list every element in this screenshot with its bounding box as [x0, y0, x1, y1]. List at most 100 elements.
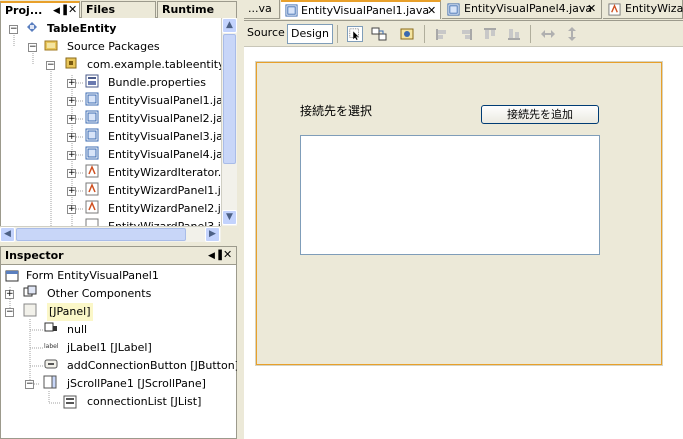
- expand-toggle[interactable]: +: [67, 205, 76, 214]
- source-packages-icon: [44, 40, 58, 51]
- tree-node-file[interactable]: Bundle.properties: [108, 74, 206, 92]
- tree-node-source-packages[interactable]: Source Packages: [67, 38, 160, 56]
- add-connection-button[interactable]: 接続先を追加: [481, 105, 599, 124]
- null-layout-icon: [44, 322, 57, 332]
- project-icon: [27, 22, 37, 32]
- close-icon[interactable]: ✕: [68, 2, 77, 18]
- inspector-node-other-components[interactable]: Other Components: [47, 285, 151, 303]
- expand-toggle[interactable]: +: [5, 290, 14, 299]
- form-file-icon: [447, 3, 460, 16]
- tree-node-file[interactable]: EntityVisualPanel2.jav: [108, 110, 221, 128]
- java-file-icon: [85, 200, 99, 214]
- inspector-title: Inspector: [5, 249, 64, 262]
- design-canvas: 接続先を選択 接続先を追加: [244, 48, 683, 439]
- expand-toggle[interactable]: +: [67, 169, 76, 178]
- project-tree: − TableEntity − Source Packages − com.ex…: [0, 18, 221, 226]
- expand-toggle[interactable]: +: [67, 115, 76, 124]
- tree-node-file[interactable]: EntityVisualPanel1.jav: [108, 92, 221, 110]
- project-tree-vertical-scrollbar[interactable]: ▲ ▼: [221, 18, 237, 226]
- java-file-icon: [85, 182, 99, 196]
- form-editor-toolbar: Source Design: [244, 21, 683, 47]
- java-file-icon: [85, 164, 99, 178]
- horizontal-resize-icon[interactable]: [540, 26, 556, 42]
- pin-icon[interactable]: ◀▐: [208, 247, 222, 265]
- inspector-header: Inspector ◀▐ ✕: [1, 247, 236, 265]
- expand-toggle[interactable]: +: [67, 97, 76, 106]
- editor-tab-label: ...va: [248, 2, 272, 15]
- inspector-node-jlabel[interactable]: jLabel1 [JLabel]: [67, 339, 152, 357]
- tree-node-package[interactable]: com.example.tableentity: [87, 56, 221, 74]
- tab-files-label: Files: [86, 3, 116, 16]
- tree-node-file[interactable]: EntityVisualPanel3.jav: [108, 128, 221, 146]
- inspector-node-jlist[interactable]: connectionList [JList]: [87, 393, 201, 411]
- close-icon[interactable]: ✕: [587, 0, 596, 18]
- project-tree-horizontal-scrollbar[interactable]: ◀ ▶: [0, 226, 221, 242]
- tab-files[interactable]: Files: [81, 1, 156, 18]
- form-file-icon: [85, 146, 99, 160]
- close-icon[interactable]: ✕: [223, 246, 232, 264]
- selection-mode-icon[interactable]: [347, 26, 363, 42]
- tree-node-file[interactable]: EntityWizardPanel1.jav: [108, 182, 221, 200]
- form-file-icon: [285, 4, 298, 17]
- vertical-resize-icon[interactable]: [564, 26, 580, 42]
- connection-mode-icon[interactable]: [371, 26, 387, 42]
- inspector-node-jbutton[interactable]: addConnectionButton [JButton]: [67, 357, 239, 375]
- editor-tab[interactable]: ...va: [244, 0, 280, 19]
- tab-runtime[interactable]: Runtime: [157, 1, 237, 18]
- tree-node-file[interactable]: EntityVisualPanel4.jav: [108, 146, 221, 164]
- inspector-node-form[interactable]: Form EntityVisualPanel1: [26, 267, 159, 285]
- align-bottom-icon[interactable]: [506, 26, 522, 42]
- java-file-icon: [608, 3, 621, 16]
- editor-tab-label: EntityWiza...: [625, 2, 683, 15]
- scroll-thumb[interactable]: [223, 34, 236, 164]
- scroll-down-icon[interactable]: ▼: [222, 210, 237, 225]
- collapse-toggle[interactable]: −: [9, 25, 18, 34]
- connection-list[interactable]: [300, 135, 600, 255]
- collapse-toggle[interactable]: −: [46, 61, 55, 70]
- scroll-up-icon[interactable]: ▲: [222, 18, 237, 33]
- editor-tab-active[interactable]: EntityVisualPanel1.java ✕: [281, 0, 441, 19]
- editor-tab[interactable]: EntityVisualPanel4.java ✕: [442, 0, 602, 19]
- expand-toggle[interactable]: +: [67, 151, 76, 160]
- expand-toggle[interactable]: +: [67, 79, 76, 88]
- form-icon: [5, 270, 19, 282]
- collapse-toggle[interactable]: −: [25, 380, 34, 389]
- inspector-node-null-layout[interactable]: null: [67, 321, 87, 339]
- align-top-icon[interactable]: [482, 26, 498, 42]
- expand-toggle[interactable]: +: [67, 187, 76, 196]
- other-components-icon: [23, 285, 37, 297]
- form-file-icon: [85, 128, 99, 142]
- tree-node-file[interactable]: EntityWizardIterator.jav: [108, 164, 221, 182]
- jlabel-icon: label: [44, 343, 59, 350]
- align-left-icon[interactable]: [434, 26, 450, 42]
- collapse-toggle[interactable]: −: [5, 308, 14, 317]
- close-icon[interactable]: ✕: [427, 2, 436, 20]
- inspector-node-jpanel[interactable]: [JPanel]: [47, 303, 93, 321]
- package-icon: [65, 57, 77, 69]
- jbutton-icon: [44, 359, 58, 369]
- inspector-node-jscrollpane[interactable]: jScrollPane1 [JScrollPane]: [67, 375, 206, 393]
- scroll-left-icon[interactable]: ◀: [0, 227, 15, 242]
- scroll-right-icon[interactable]: ▶: [205, 227, 220, 242]
- form-file-icon: [85, 110, 99, 124]
- expand-toggle[interactable]: +: [67, 133, 76, 142]
- properties-file-icon: [85, 74, 99, 88]
- panel-divider[interactable]: [237, 0, 244, 439]
- inspector-panel: Inspector ◀▐ ✕ Form EntityVisualPanel1 +…: [0, 246, 239, 439]
- jlist-icon: [63, 395, 77, 409]
- preview-design-icon[interactable]: [399, 26, 415, 42]
- tree-node-project[interactable]: TableEntity: [47, 20, 116, 38]
- pin-icon[interactable]: ◀▐: [53, 3, 67, 19]
- scroll-thumb[interactable]: [16, 228, 186, 241]
- tree-node-file[interactable]: EntityWizardPanel3.jav: [108, 218, 221, 226]
- editor-tab[interactable]: EntityWiza...: [603, 0, 683, 19]
- form-designer-panel[interactable]: 接続先を選択 接続先を追加: [256, 62, 662, 365]
- design-view-button[interactable]: Design: [287, 24, 333, 44]
- collapse-toggle[interactable]: −: [28, 43, 37, 52]
- jlabel-select-connection[interactable]: 接続先を選択: [300, 102, 372, 119]
- tab-projects[interactable]: Proj... ◀▐ ✕: [0, 1, 80, 18]
- source-view-button[interactable]: Source: [244, 24, 288, 44]
- align-right-icon[interactable]: [458, 26, 474, 42]
- tab-projects-label: Proj...: [5, 4, 43, 17]
- tree-node-file[interactable]: EntityWizardPanel2.jav: [108, 200, 221, 218]
